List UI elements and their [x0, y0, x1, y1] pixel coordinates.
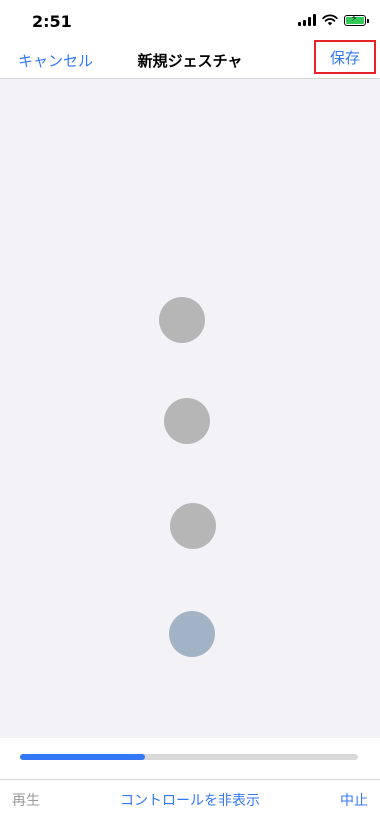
cellular-signal-icon: [298, 14, 316, 26]
play-button[interactable]: 再生: [12, 790, 40, 810]
battery-charging-icon: ⚡: [344, 14, 369, 26]
touch-point-1: [159, 297, 205, 343]
touch-point-2: [164, 398, 210, 444]
save-button[interactable]: 保存: [314, 40, 376, 74]
touch-point-current: [169, 611, 215, 657]
status-bar: 2:51 ⚡: [0, 0, 380, 44]
progress-fill: [20, 754, 146, 760]
stop-button[interactable]: 中止: [340, 790, 368, 810]
timeline-scrubber[interactable]: [0, 738, 380, 779]
status-icons: ⚡: [298, 14, 369, 26]
navigation-bar: キャンセル 新規ジェスチャ 保存: [0, 40, 380, 79]
touch-point-3: [170, 503, 216, 549]
gesture-canvas[interactable]: [0, 79, 380, 738]
hide-controls-button[interactable]: コントロールを非表示: [110, 790, 270, 810]
progress-track[interactable]: [20, 754, 358, 760]
wifi-icon: [322, 14, 338, 26]
bottom-toolbar: 再生 コントロールを非表示 中止: [0, 779, 380, 819]
status-time: 2:51: [32, 12, 72, 31]
